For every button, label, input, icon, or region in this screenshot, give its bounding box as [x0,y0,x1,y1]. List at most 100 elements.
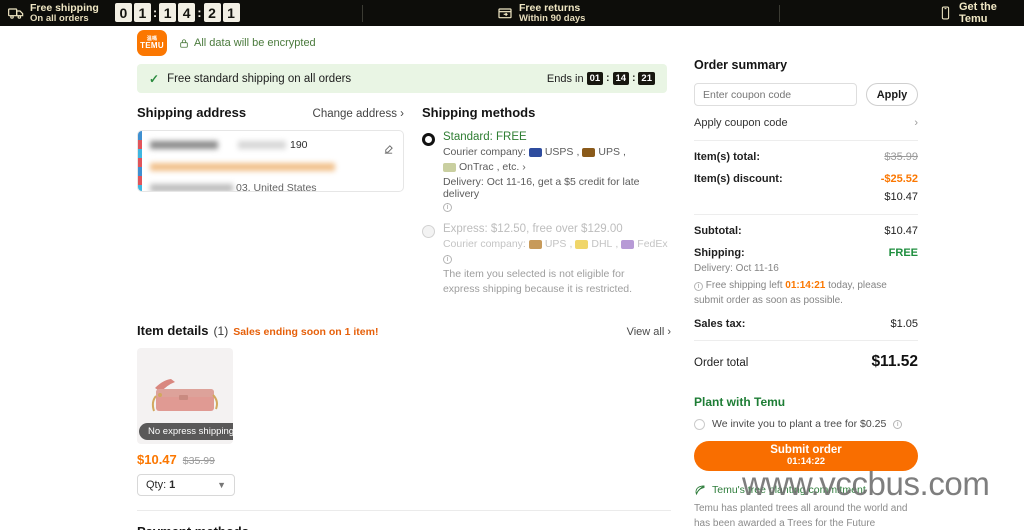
shipping-address-title: Shipping address [137,105,246,120]
item-details-title: Item details [137,323,209,338]
address-line-street [150,158,393,176]
standard-delivery: Delivery: Oct 11-16, get a $5 credit for… [443,176,671,212]
items-discount-label: Item(s) discount: [694,173,783,185]
carrier-ontrac: OnTrac [443,161,494,173]
countdown-digit: 2 [204,3,221,22]
address-and-methods: Shipping address Change address › 190 [137,105,671,297]
address-line-name: 190 [150,139,393,151]
banner-colon: : [606,73,609,84]
express-couriers: Courier company: UPS, DHL, [443,238,671,250]
ups-label: UPS [545,238,567,250]
encryption-notice: All data will be encrypted [179,37,316,49]
address-line-city: 03, United States [150,182,393,192]
info-icon: i [443,255,452,264]
coupon-input[interactable] [694,83,857,106]
change-address-link[interactable]: Change address › [313,108,404,120]
summary-line-items-discount: Item(s) discount: -$25.52 [694,173,918,185]
items-total-value: $35.99 [884,151,918,163]
lock-icon [179,38,189,49]
redacted-street [150,163,335,171]
encryption-label: All data will be encrypted [194,37,316,49]
carrier-usps: USPS, [529,146,580,158]
topbar-countdown: 0 1 : 1 4 : 2 1 [115,3,240,22]
check-icon: ✓ [149,72,159,86]
courier-label: Courier company: [443,146,526,158]
promo-sub: Within 90 days [519,14,585,24]
ups-icon [582,148,595,157]
truck-icon [8,5,24,21]
banner-colon: : [632,73,635,84]
temu-logo[interactable]: 温嗎 TEMU [137,30,167,56]
quantity-select[interactable]: Qty: 1 ▼ [137,474,235,496]
ups-label: UPS [598,146,620,158]
payment-methods-title: Payment methods [137,524,671,530]
address-line3-visible: 03, United States [236,182,317,192]
coupon-row: Apply [694,83,918,106]
banner-hours: 01 [587,72,604,85]
banner-minutes: 14 [613,72,630,85]
free-shipping-note: i Free shipping left 01:14:21 today, ple… [694,279,918,308]
chevron-right-icon: › [914,117,918,129]
edit-address-icon[interactable] [383,144,394,155]
apply-coupon-label: Apply coupon code [694,117,788,129]
banner-left: ✓ Free standard shipping on all orders [149,72,351,86]
carrier-ups: UPS, [529,238,573,250]
ontrac-label: OnTrac [459,161,494,173]
order-total-row: Order total $11.52 [694,353,918,371]
carriers-suffix[interactable]: , etc. › [497,161,526,173]
redacted-phone [238,141,286,149]
chevron-down-icon: ▼ [217,480,226,490]
info-icon[interactable]: i [893,420,902,429]
standard-couriers: Courier company: USPS, UPS, [443,146,671,173]
plant-with-temu-title: Plant with Temu [694,395,918,409]
get-app-link[interactable]: Get the Temu [938,1,1024,25]
watermark: www.vccbus.com [742,465,989,503]
shipping-method-express: Express: $12.50, free over $129.00 Couri… [422,223,671,297]
banner-seconds: 21 [638,72,655,85]
standard-delivery-text: Delivery: Oct 11-16, get a $5 credit for… [443,176,671,200]
info-icon[interactable]: i [443,203,452,212]
apply-coupon-button[interactable]: Apply [866,83,918,106]
ends-in-label: Ends in [547,73,584,85]
shipping-label: Shipping: [694,247,745,259]
plant-invite-label: We invite you to plant a tree for $0.25 [712,418,886,430]
usps-label: USPS [545,146,574,158]
carrier-ups: UPS, [582,146,626,158]
dhl-icon [575,240,588,249]
item-thumbnail[interactable]: No express shipping [137,348,233,444]
banner-countdown: Ends in 01 : 14 : 21 [547,72,655,85]
promo-title: Free returns [519,3,585,14]
radio-plant-tree[interactable] [694,419,705,430]
countdown-separator: : [197,5,201,20]
countdown-separator: : [153,5,157,20]
radio-express [422,225,435,238]
phone-icon [938,5,953,21]
apply-coupon-link[interactable]: Apply coupon code › [694,117,918,129]
commitment-text-body: Temu has planted trees all around the wo… [694,503,907,530]
plant-tree-option[interactable]: We invite you to plant a tree for $0.25 … [694,418,918,430]
radio-standard[interactable] [422,133,435,146]
summary-divider [694,214,918,215]
view-all-link[interactable]: View all › [627,326,671,338]
qty-label: Qty: [146,479,166,491]
shipping-address-header: Shipping address Change address › [137,105,404,120]
topbar-divider [779,5,780,22]
delivery-note: Delivery: Oct 11-16 [694,263,918,274]
countdown-digit: 4 [178,3,195,22]
qty-value: 1 [169,479,175,491]
net-value: $10.47 [884,191,918,203]
order-total-label: Order total [694,357,748,369]
shipping-method-standard[interactable]: Standard: FREE Courier company: USPS, UP… [422,131,671,212]
free-ship-timer: 01:14:21 [785,280,825,291]
top-promo-bar: Free shipping On all orders 0 1 : 1 4 : … [0,0,1024,26]
summary-line-tax: Sales tax: $1.05 [694,318,918,330]
order-summary-title: Order summary [694,58,918,72]
redacted-name [150,141,218,149]
ups-icon [529,240,542,249]
subtotal-label: Subtotal: [694,225,742,237]
shipping-address-card[interactable]: 190 03, United States [137,130,404,192]
summary-line-subtotal: Subtotal: $10.47 [694,225,918,237]
items-total-label: Item(s) total: [694,151,760,163]
item-details-section: Item details (1) Sales ending soon on 1 … [137,323,671,511]
payment-methods-section: Payment methods Mastercard ...5338 Edit … [137,524,671,530]
